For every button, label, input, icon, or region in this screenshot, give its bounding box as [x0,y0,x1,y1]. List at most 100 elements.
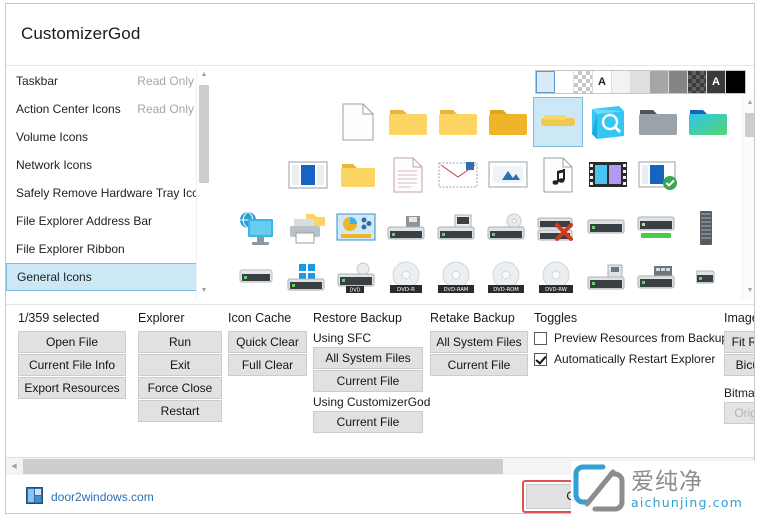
resource-item-file-explorer-address-bar[interactable]: File Explorer Address Bar [6,207,202,235]
icon-cell-folder-gray[interactable] [633,97,683,147]
swatch-letter-a-dark[interactable]: A [707,71,726,93]
watermark-cn-text: 爱纯净 [631,468,703,495]
toggle-preview-resources-from-backup[interactable]: Preview Resources from Backup [534,331,728,345]
icon-cell-text-document[interactable] [383,150,433,200]
swatch-white[interactable] [555,71,574,93]
checkbox-icon[interactable] [534,331,547,345]
scroll-down-icon[interactable]: ▼ [197,283,211,299]
icon-cell-blank-document[interactable] [333,97,383,147]
icon-cell-drive-backup[interactable] [581,253,631,297]
swatch-checker-dark[interactable] [688,71,707,93]
open-file-button[interactable]: Open File [18,331,126,353]
swatch-gray-65[interactable] [650,71,669,93]
icon-cell-drive-dvd[interactable]: DVD [331,253,381,297]
resource-item-label: File Explorer Ribbon [16,242,125,256]
icon-cell-drive-floppy[interactable] [381,203,431,253]
swatch-light-blue-selected[interactable] [536,71,555,93]
icon-cell-music-note-file[interactable] [533,150,583,200]
current-file-info-button[interactable]: Current File Info [18,354,126,376]
retake-current-file-button[interactable]: Current File [430,354,528,376]
icon-cell-network-computer[interactable] [231,203,281,253]
panel-divider [211,67,221,299]
image-resize-bicubic-button[interactable]: Bicubic [724,354,754,376]
icon-cell-folder-open[interactable] [483,97,533,147]
resource-item-general-icons[interactable]: General Icons [6,263,202,291]
swatch-gray-95[interactable] [612,71,631,93]
explorer-force-close-button[interactable]: Force Close [138,377,222,399]
explorer-column: Explorer Run Exit Force Close Restart [138,311,222,423]
icon-cell-disc-dvd-rom[interactable]: DVD-ROM [481,253,531,297]
icon-cell-drive-edge[interactable] [681,253,731,297]
explorer-run-button[interactable]: Run [138,331,222,353]
resource-list[interactable]: Taskbar Read Only Action Center Icons Re… [6,67,202,299]
image-resize-fit-button[interactable]: Fit Resiz [724,331,754,353]
restore-sfc-all-system-files-button[interactable]: All System Files [313,347,423,369]
checkbox-checked-icon[interactable] [534,352,547,366]
resource-item-network-icons[interactable]: Network Icons [6,151,202,179]
resource-item-volume-icons[interactable]: Volume Icons [6,123,202,151]
svg-text:DVD-RAM: DVD-RAM [444,287,469,293]
scroll-up-icon[interactable]: ▲ [197,67,211,83]
scrollbar-thumb[interactable] [745,113,754,137]
swatch-black[interactable] [726,71,745,93]
restore-cg-current-file-button[interactable]: Current File [313,411,423,433]
resource-list-scrollbar[interactable]: ▲ ▼ [196,67,210,299]
icon-cell-disc-dvd-rw[interactable]: DVD-RW [531,253,581,297]
resource-item-safely-remove-hardware[interactable]: Safely Remove Hardware Tray Icon [6,179,202,207]
explorer-exit-button[interactable]: Exit [138,354,222,376]
scroll-up-icon[interactable]: ▲ [743,95,754,111]
door2windows-link[interactable]: door2windows.com [26,487,154,507]
icon-grid[interactable]: DVD DVD-R DVD-RAM DVD-ROM DVD-RW [221,97,739,297]
resource-item-label: Taskbar [16,74,59,88]
icon-cell-drive-green-bar[interactable] [631,203,681,253]
icon-cell-envelope-mail[interactable] [433,150,483,200]
icon-cell-folder-small[interactable] [333,150,383,200]
icon-cell-drive-disconnected[interactable] [531,203,581,253]
icon-cell-disc-dvd-r[interactable]: DVD-R [381,253,431,297]
swatch-gray-88[interactable] [631,71,650,93]
icon-cell-drive-small[interactable] [231,253,281,297]
icon-cell-film-strip[interactable] [583,150,633,200]
icon-cell-window-check[interactable] [633,150,683,200]
watermark-url-text: aichunjing.com [631,494,744,510]
icon-cell-printer-folder[interactable] [281,203,331,253]
icon-grid-row: DVD DVD-R DVD-RAM DVD-ROM DVD-RW [231,253,739,297]
title-bar: CustomizerGod [6,4,754,66]
swatch-checker-light[interactable] [574,71,593,93]
toggle-automatically-restart-explorer[interactable]: Automatically Restart Explorer [534,352,715,366]
icon-cell-disc-dvd-ram[interactable]: DVD-RAM [431,253,481,297]
icon-cell-drive-plain[interactable] [581,203,631,253]
icon-cell-network-settings[interactable] [331,203,381,253]
horizontal-scrollbar-thumb[interactable] [23,459,503,474]
toggles-column: Toggles Preview Resources from Backup Au… [534,311,728,373]
preview-background-toolbar[interactable]: A A [535,70,746,94]
icon-cell-drive-windows[interactable] [281,253,331,297]
icon-cell-folder-green[interactable] [683,97,733,147]
icon-cell-window-blue[interactable] [283,150,333,200]
icon-cell-image-file[interactable] [483,150,533,200]
resource-item-file-explorer-ribbon[interactable]: File Explorer Ribbon [6,235,202,263]
icon-cell-drive-rack[interactable] [631,253,681,297]
swatch-letter-a-white[interactable]: A [593,71,612,93]
swatch-gray-52[interactable] [669,71,688,93]
export-resources-button[interactable]: Export Resources [18,377,126,399]
resource-item-taskbar[interactable]: Taskbar Read Only [6,67,202,95]
resource-item-action-center-icons[interactable]: Action Center Icons Read Only [6,95,202,123]
scrollbar-thumb[interactable] [199,85,209,183]
icon-cache-full-clear-button[interactable]: Full Clear [228,354,307,376]
watermark-text: 爱纯净 aichunjing.com [631,469,743,510]
icon-grid-scrollbar[interactable]: ▲ ▼ [742,95,754,299]
icon-cell-drive-disc[interactable] [481,203,531,253]
scroll-left-icon[interactable]: ◀ [6,458,22,475]
scroll-down-icon[interactable]: ▼ [743,283,754,299]
icon-cache-quick-clear-button[interactable]: Quick Clear [228,331,307,353]
retake-all-system-files-button[interactable]: All System Files [430,331,528,353]
icon-cell-memory-module[interactable] [681,203,731,253]
icon-cell-drive-server[interactable] [431,203,481,253]
restore-sfc-current-file-button[interactable]: Current File [313,370,423,392]
icon-cell-folder-selected[interactable] [533,97,583,147]
icon-cell-search-folder[interactable] [583,97,633,147]
icon-cell-folder-closed[interactable] [383,97,433,147]
explorer-restart-button[interactable]: Restart [138,400,222,422]
icon-cell-folder-closed[interactable] [433,97,483,147]
